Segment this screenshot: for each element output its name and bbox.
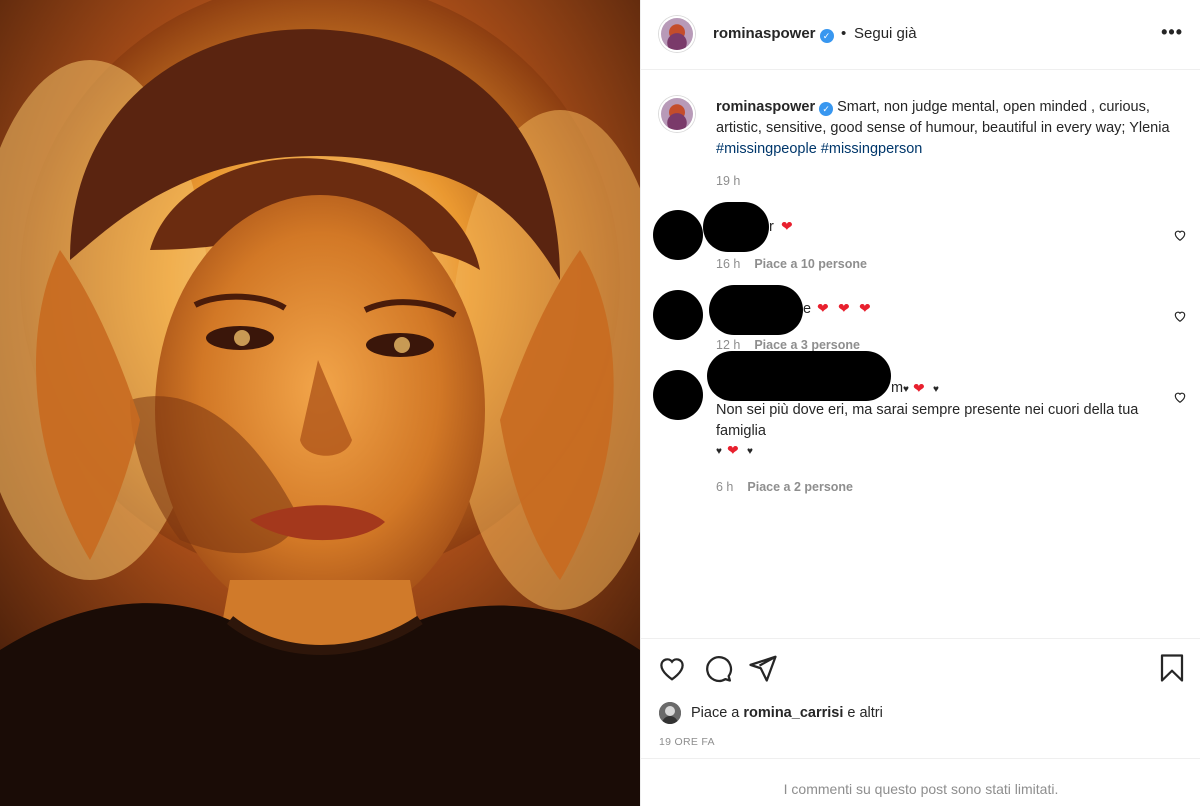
red-heart-emoji: ❤ bbox=[859, 300, 871, 316]
comment-item: m ♥ ❤ ♥ Non sei più dove eri, ma sarai s… bbox=[641, 350, 1200, 510]
share-icon[interactable] bbox=[748, 653, 778, 683]
comments-limited-notice: I commenti su questo post sono stati lim… bbox=[783, 781, 1059, 797]
comment-text-fragment: r bbox=[769, 219, 774, 235]
liker-avatar[interactable] bbox=[659, 702, 681, 724]
comment-item: r ❤ 16 h Piace a 10 persone bbox=[641, 200, 1200, 280]
comment-heart-icon[interactable] bbox=[1173, 390, 1187, 404]
caption-username[interactable]: rominaspower bbox=[716, 99, 815, 115]
heart-icon[interactable] bbox=[657, 653, 687, 683]
author-avatar[interactable] bbox=[659, 16, 695, 52]
follow-status-button[interactable]: Segui già bbox=[854, 25, 917, 42]
verified-badge-icon: ✓ bbox=[819, 102, 834, 116]
more-options-icon[interactable]: ••• bbox=[1161, 22, 1183, 43]
red-heart-emoji: ❤ bbox=[781, 218, 793, 234]
portrait-image bbox=[0, 0, 640, 806]
commenter-avatar-redacted[interactable] bbox=[653, 370, 703, 420]
comment-body: Non sei più dove eri, ma sarai sempre pr… bbox=[716, 400, 1176, 442]
commenter-avatar-redacted[interactable] bbox=[653, 290, 703, 340]
verified-badge-icon: ✓ bbox=[819, 29, 834, 43]
likes-text: Piace a romina_carrisi e altri bbox=[691, 705, 883, 721]
black-heart-emoji: ♥ bbox=[903, 384, 909, 395]
black-heart-emoji: ♥ bbox=[933, 384, 939, 395]
author-username[interactable]: rominaspower ✓ bbox=[713, 25, 834, 43]
liker-username[interactable]: romina_carrisi bbox=[743, 705, 843, 721]
comment-meta: 16 h Piace a 10 persone bbox=[716, 257, 867, 271]
redacted-username bbox=[703, 202, 769, 252]
redacted-username bbox=[707, 351, 891, 401]
comments-limited-bar: I commenti su questo post sono stati lim… bbox=[641, 758, 1200, 806]
red-heart-emoji: ❤ bbox=[727, 442, 739, 458]
caption-text: rominaspower ✓ Smart, non judge mental, o… bbox=[716, 97, 1186, 160]
redacted-username bbox=[709, 285, 803, 335]
black-heart-emoji: ♥ bbox=[716, 446, 722, 457]
post-side-panel: rominaspower ✓ • Segui già ••• rominaspow… bbox=[640, 0, 1200, 806]
red-heart-emoji: ❤ bbox=[838, 300, 850, 316]
hashtag-missingperson[interactable]: #missingperson bbox=[821, 141, 923, 157]
comment-text-fragment: m bbox=[891, 380, 904, 396]
post-header: rominaspower ✓ • Segui già ••• bbox=[641, 0, 1200, 70]
black-heart-emoji: ♥ bbox=[747, 446, 753, 457]
post-photo[interactable] bbox=[0, 0, 640, 806]
post-action-bar bbox=[641, 638, 1200, 698]
caption-timestamp[interactable]: 19 h bbox=[716, 174, 740, 188]
post-timestamp[interactable]: 19 ORE FA bbox=[659, 736, 715, 748]
comment-text: Non sei più dove eri, ma sarai sempre pr… bbox=[716, 402, 1139, 439]
red-heart-emoji: ❤ bbox=[913, 380, 925, 396]
separator-dot: • bbox=[841, 25, 847, 42]
hashtag-missingpeople[interactable]: #missingpeople bbox=[716, 141, 817, 157]
comment-heart-icon[interactable] bbox=[1173, 309, 1187, 323]
comment-time[interactable]: 16 h bbox=[716, 257, 740, 271]
comment-likes[interactable]: Piace a 2 persone bbox=[747, 480, 853, 494]
bookmark-icon[interactable] bbox=[1157, 653, 1187, 683]
comment-time[interactable]: 6 h bbox=[716, 480, 733, 494]
comment-likes[interactable]: Piace a 10 persone bbox=[754, 257, 867, 271]
comment-icon[interactable] bbox=[703, 653, 733, 683]
comment-meta: 6 h Piace a 2 persone bbox=[716, 480, 853, 494]
commenter-avatar-redacted[interactable] bbox=[653, 210, 703, 260]
comment-text-fragment: e bbox=[803, 301, 812, 317]
red-heart-emoji: ❤ bbox=[817, 300, 829, 316]
comment-heart-icon[interactable] bbox=[1173, 228, 1187, 242]
caption-author-avatar[interactable] bbox=[659, 96, 695, 132]
